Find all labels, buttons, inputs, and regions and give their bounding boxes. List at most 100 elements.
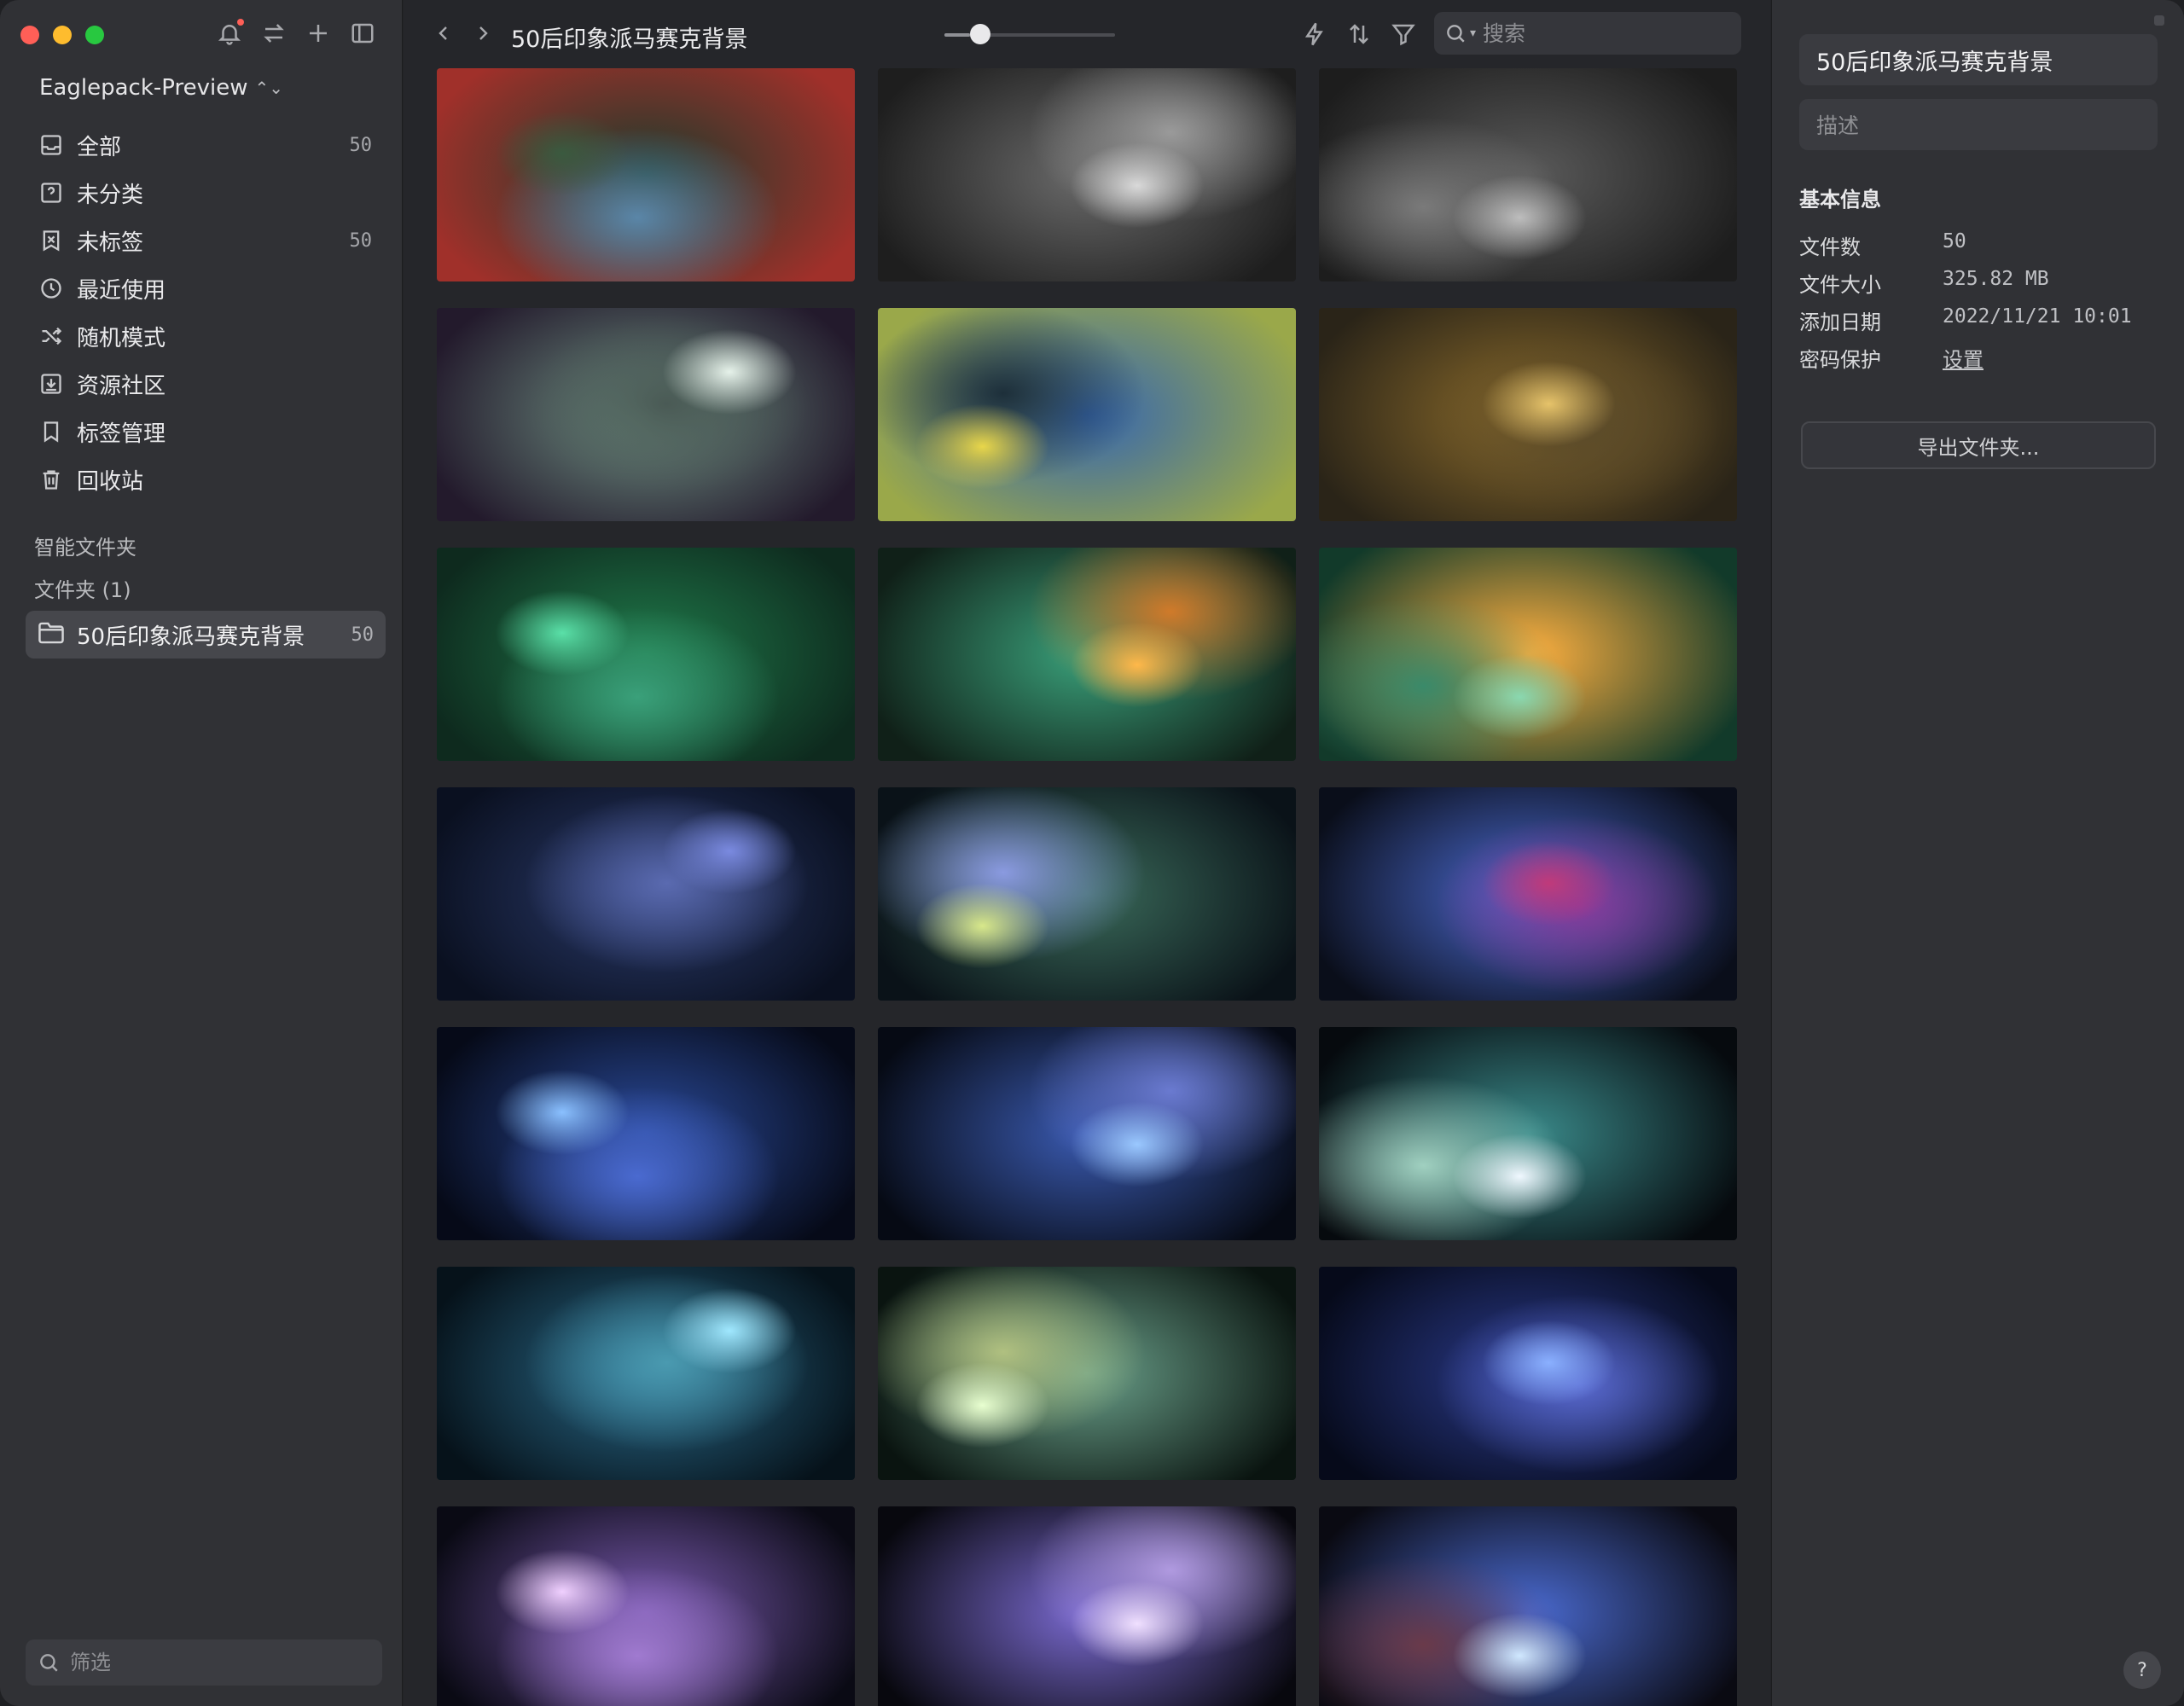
- thumbnail-item[interactable]: [878, 308, 1296, 521]
- sidebar-nav: 全部 50 未分类 未标签 50 最近使用 随机模式 资源社区 标签管理 回收站: [26, 121, 384, 503]
- sort-arrows-icon: [1350, 24, 1368, 44]
- info-value: 2022/11/21 10:01: [1943, 305, 2132, 328]
- notification-dot: [237, 19, 244, 26]
- clock-icon: [41, 278, 61, 299]
- forward-button[interactable]: [468, 19, 497, 48]
- info-row-password: 密码保护 设置: [1799, 343, 2158, 373]
- trash-icon: [43, 470, 60, 490]
- question-box-icon: [41, 183, 61, 203]
- tag-off-icon: [43, 230, 60, 252]
- thumbnail-item[interactable]: [437, 68, 855, 281]
- thumbnail-item[interactable]: [437, 548, 855, 761]
- smart-folders-header[interactable]: 智能文件夹: [34, 531, 136, 560]
- sidebar-item-recent[interactable]: 最近使用: [26, 264, 384, 312]
- info-key: 文件大小: [1799, 273, 1881, 297]
- thumbnail-item[interactable]: [437, 787, 855, 1001]
- info-row-date-added: 添加日期 2022/11/21 10:01: [1799, 305, 2158, 335]
- folder-count: 50: [351, 624, 375, 646]
- page-title: 50后印象派马赛克背景: [511, 26, 748, 53]
- password-settings-link[interactable]: 设置: [1943, 343, 1984, 373]
- info-row-file-count: 文件数 50: [1799, 230, 2158, 260]
- info-key: 密码保护: [1799, 348, 1881, 372]
- sidebar-item-count: 50: [349, 134, 373, 156]
- sidebar-item-label: 未标签: [77, 229, 144, 256]
- sidebar-item-untagged[interactable]: 未标签 50: [26, 217, 384, 264]
- main-content: 50后印象派马赛克背景 ▾: [404, 0, 1770, 1706]
- back-button[interactable]: [429, 19, 458, 48]
- thumbnail-item[interactable]: [1319, 787, 1737, 1001]
- sidebar-item-community[interactable]: 资源社区: [26, 360, 384, 408]
- lightning-icon: [1304, 22, 1323, 46]
- thumbnail-item[interactable]: [1319, 308, 1737, 521]
- sidebar-item-trash[interactable]: 回收站: [26, 456, 384, 503]
- close-window-button[interactable]: [20, 26, 39, 44]
- thumbnail-item[interactable]: [878, 68, 1296, 281]
- sidebar-toolbar: [215, 19, 377, 48]
- library-name: Eaglepack-Preview: [39, 75, 248, 101]
- thumbnail-item[interactable]: [878, 1506, 1296, 1706]
- thumbnail-item[interactable]: [878, 1267, 1296, 1480]
- bookmark-icon: [44, 421, 59, 443]
- thumbnail-item[interactable]: [437, 1506, 855, 1706]
- info-key: 添加日期: [1799, 310, 1881, 334]
- chevron-down-icon[interactable]: ▾: [1470, 26, 1476, 40]
- thumbnail-item[interactable]: [1319, 548, 1737, 761]
- minimize-window-button[interactable]: [53, 26, 72, 44]
- toggle-sidebar-button[interactable]: [348, 19, 377, 48]
- notifications-button[interactable]: [215, 19, 244, 48]
- panel-handle[interactable]: [2154, 15, 2164, 26]
- zoom-window-button[interactable]: [85, 26, 104, 44]
- sidebar: Eaglepack-Preview ⌃⌄ 全部 50 未分类 未标签 50 最近…: [0, 0, 403, 1706]
- thumbnail-item[interactable]: [878, 787, 1296, 1001]
- sidebar-item-label: 标签管理: [77, 421, 166, 447]
- thumbnail-item[interactable]: [437, 1027, 855, 1240]
- search-input[interactable]: [1483, 20, 1705, 46]
- add-button[interactable]: [304, 19, 333, 48]
- sync-button[interactable]: [259, 19, 288, 48]
- sidebar-panel-icon: [351, 23, 374, 44]
- window-controls: [20, 26, 104, 44]
- sidebar-item-uncategorized[interactable]: 未分类: [26, 169, 384, 217]
- sidebar-item-label: 未分类: [77, 182, 144, 208]
- info-row-file-size: 文件大小 325.82 MB: [1799, 268, 2158, 298]
- sidebar-folder-selected[interactable]: 50后印象派马赛克背景 50: [26, 611, 386, 659]
- slider-knob[interactable]: [970, 24, 990, 44]
- thumbnail-item[interactable]: [437, 308, 855, 521]
- sidebar-item-label: 最近使用: [77, 277, 166, 304]
- thumbnail-item[interactable]: [1319, 68, 1737, 281]
- thumbnail-item[interactable]: [1319, 1027, 1737, 1240]
- library-switcher[interactable]: Eaglepack-Preview ⌃⌄: [39, 75, 283, 101]
- thumbnail-item[interactable]: [1319, 1267, 1737, 1480]
- search-box: ▾: [1434, 12, 1741, 55]
- folder-label: 50后印象派马赛克背景: [77, 624, 305, 650]
- main-toolbar: 50后印象派马赛克背景 ▾: [404, 0, 1770, 67]
- thumbnail-item[interactable]: [437, 1267, 855, 1480]
- filter-input[interactable]: [70, 1651, 360, 1674]
- plus-icon: [310, 25, 327, 42]
- sort-button[interactable]: [1344, 19, 1374, 49]
- chevron-updown-icon: ⌃⌄: [254, 78, 283, 98]
- sidebar-item-tags[interactable]: 标签管理: [26, 408, 384, 456]
- info-value: 325.82 MB: [1943, 268, 2049, 290]
- thumbnail-item[interactable]: [878, 548, 1296, 761]
- folder-name-field[interactable]: 50后印象派马赛克背景: [1799, 34, 2158, 85]
- thumbnail-size-slider[interactable]: [944, 24, 1115, 44]
- sidebar-item-all[interactable]: 全部 50: [26, 121, 384, 169]
- folders-header[interactable]: 文件夹 (1): [34, 573, 131, 603]
- thumbnail-item[interactable]: [1319, 1506, 1737, 1706]
- sidebar-item-count: 50: [349, 229, 373, 252]
- filter-button[interactable]: [1388, 19, 1419, 49]
- download-box-icon: [41, 374, 61, 394]
- inbox-icon: [41, 135, 61, 155]
- export-folder-button[interactable]: 导出文件夹...: [1801, 421, 2156, 469]
- sidebar-item-label: 全部: [77, 134, 122, 160]
- sidebar-item-label: 随机模式: [77, 325, 166, 351]
- thumbnail-grid: [437, 68, 1742, 1706]
- slider-fill: [944, 33, 970, 37]
- action-button[interactable]: [1299, 19, 1330, 49]
- help-button[interactable]: ?: [2123, 1651, 2161, 1689]
- thumbnail-item[interactable]: [878, 1027, 1296, 1240]
- sidebar-item-random[interactable]: 随机模式: [26, 312, 384, 360]
- description-field[interactable]: 描述: [1799, 99, 2158, 150]
- swap-arrows-icon: [264, 24, 284, 43]
